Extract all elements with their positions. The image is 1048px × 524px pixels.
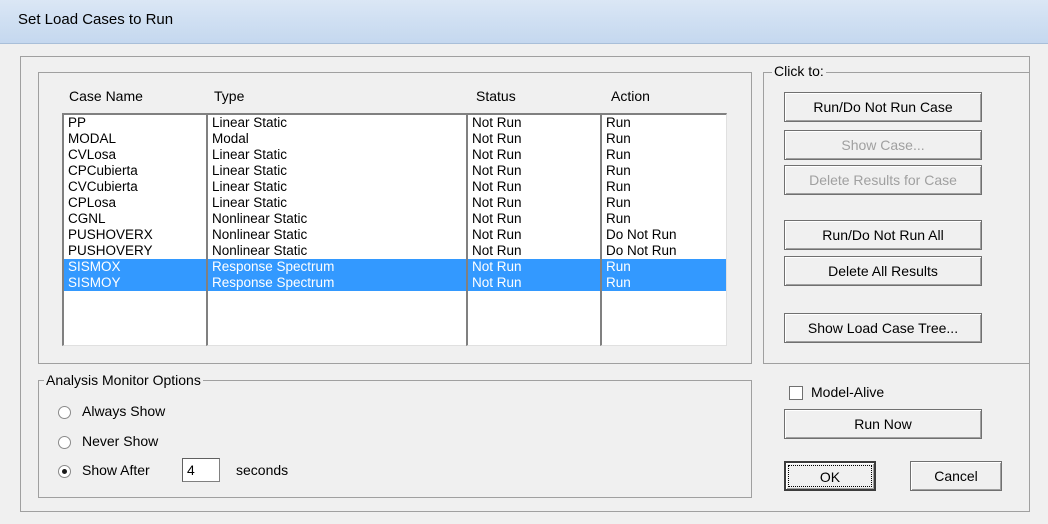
table-row-cell-name[interactable]: PP xyxy=(64,115,207,131)
seconds-label: seconds xyxy=(236,462,289,478)
table-row-cell-name[interactable]: MODAL xyxy=(64,131,207,147)
table-row-cell-name[interactable]: SISMOX xyxy=(64,259,207,275)
show-case-button[interactable]: Show Case... xyxy=(784,130,982,160)
case-type-list[interactable]: Linear Static Modal Linear Static Linear St… xyxy=(206,113,468,346)
table-row-cell-status[interactable]: Not Run xyxy=(468,179,601,195)
click-to-label: Click to: xyxy=(772,63,826,79)
table-row-cell-type[interactable]: Response Spectrum xyxy=(208,275,467,291)
column-header-case-name[interactable]: Case Name xyxy=(69,88,143,104)
table-row-cell-type[interactable]: Modal xyxy=(208,131,467,147)
table-row-cell-status[interactable]: Not Run xyxy=(468,259,601,275)
table-row-cell-status[interactable]: Not Run xyxy=(468,195,601,211)
table-row-cell-action[interactable]: Run xyxy=(602,147,726,163)
table-row-cell-action[interactable]: Run xyxy=(602,195,726,211)
title-bar: Set Load Cases to Run xyxy=(0,0,1048,44)
run-now-button[interactable]: Run Now xyxy=(784,409,982,439)
table-row-cell-action[interactable]: Run xyxy=(602,115,726,131)
table-row-cell-name[interactable]: PUSHOVERX xyxy=(64,227,207,243)
table-row-cell-type[interactable]: Linear Static xyxy=(208,195,467,211)
column-header-type[interactable]: Type xyxy=(214,88,244,104)
show-after-radio[interactable] xyxy=(58,465,71,478)
show-load-case-tree-button[interactable]: Show Load Case Tree... xyxy=(784,313,982,343)
table-row-cell-action[interactable]: Do Not Run xyxy=(602,227,726,243)
run-do-not-run-case-button[interactable]: Run/Do Not Run Case xyxy=(784,92,982,122)
table-row-cell-status[interactable]: Not Run xyxy=(468,131,601,147)
table-row-cell-type[interactable]: Linear Static xyxy=(208,179,467,195)
table-row-cell-name[interactable]: CPLosa xyxy=(64,195,207,211)
table-row-cell-name[interactable]: CVCubierta xyxy=(64,179,207,195)
column-header-status[interactable]: Status xyxy=(476,88,516,104)
window-title: Set Load Cases to Run xyxy=(18,11,174,28)
table-row-cell-name[interactable]: PUSHOVERY xyxy=(64,243,207,259)
run-do-not-run-all-button[interactable]: Run/Do Not Run All xyxy=(784,220,982,250)
table-row-cell-action[interactable]: Run xyxy=(602,211,726,227)
model-alive-checkbox[interactable] xyxy=(789,386,803,400)
table-row-cell-name[interactable]: SISMOY xyxy=(64,275,207,291)
table-row-cell-action[interactable]: Run xyxy=(602,179,726,195)
table-row-cell-type[interactable]: Response Spectrum xyxy=(208,259,467,275)
case-status-list[interactable]: Not Run Not Run Not Run Not Run Not Run Not R… xyxy=(466,113,602,346)
table-row-cell-status[interactable]: Not Run xyxy=(468,115,601,131)
table-row-cell-type[interactable]: Nonlinear Static xyxy=(208,211,467,227)
table-row-cell-status[interactable]: Not Run xyxy=(468,227,601,243)
table-row-cell-action[interactable]: Run xyxy=(602,259,726,275)
ok-button[interactable]: OK xyxy=(784,461,876,491)
always-show-radio[interactable] xyxy=(58,406,71,419)
table-row-cell-status[interactable]: Not Run xyxy=(468,243,601,259)
cancel-button[interactable]: Cancel xyxy=(910,461,1002,491)
table-row-cell-status[interactable]: Not Run xyxy=(468,211,601,227)
column-header-action[interactable]: Action xyxy=(611,88,650,104)
table-row-cell-action[interactable]: Run xyxy=(602,275,726,291)
model-alive-label[interactable]: Model-Alive xyxy=(811,384,884,400)
case-name-list[interactable]: PP MODAL CVLosa CPCubierta CVCubierta CPLosa C… xyxy=(62,113,208,346)
table-row-cell-type[interactable]: Linear Static xyxy=(208,115,467,131)
never-show-label[interactable]: Never Show xyxy=(82,433,158,449)
table-row-cell-type[interactable]: Linear Static xyxy=(208,163,467,179)
table-row-cell-action[interactable]: Run xyxy=(602,163,726,179)
delete-all-results-button[interactable]: Delete All Results xyxy=(784,256,982,286)
table-row-cell-name[interactable]: CGNL xyxy=(64,211,207,227)
table-row-cell-action[interactable]: Run xyxy=(602,131,726,147)
table-row-cell-status[interactable]: Not Run xyxy=(468,275,601,291)
show-after-seconds-input[interactable]: 4 xyxy=(182,458,220,482)
always-show-label[interactable]: Always Show xyxy=(82,403,165,419)
table-row-cell-action[interactable]: Do Not Run xyxy=(602,243,726,259)
show-after-label[interactable]: Show After xyxy=(82,462,150,478)
table-row-cell-name[interactable]: CPCubierta xyxy=(64,163,207,179)
table-row-cell-type[interactable]: Nonlinear Static xyxy=(208,227,467,243)
table-row-cell-status[interactable]: Not Run xyxy=(468,147,601,163)
table-row-cell-type[interactable]: Nonlinear Static xyxy=(208,243,467,259)
analysis-monitor-options-label: Analysis Monitor Options xyxy=(44,372,203,388)
delete-results-for-case-button[interactable]: Delete Results for Case xyxy=(784,165,982,195)
never-show-radio[interactable] xyxy=(58,436,71,449)
table-row-cell-name[interactable]: CVLosa xyxy=(64,147,207,163)
table-row-cell-status[interactable]: Not Run xyxy=(468,163,601,179)
case-action-list[interactable]: Run Run Run Run Run Run Run Do Not Run Do Not Ru… xyxy=(600,113,727,346)
table-row-cell-type[interactable]: Linear Static xyxy=(208,147,467,163)
